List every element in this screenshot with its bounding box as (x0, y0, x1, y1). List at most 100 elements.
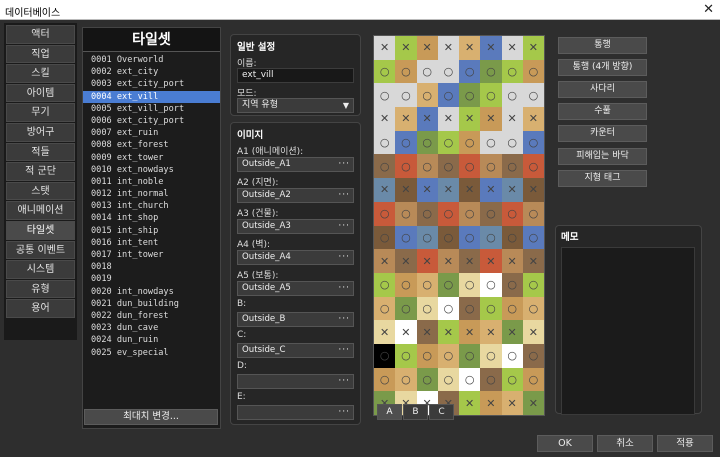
tile-cell[interactable]: ○ (374, 225, 396, 250)
tile-cell[interactable]: ✕ (437, 107, 459, 131)
tile-cell[interactable]: ✕ (459, 178, 481, 202)
category-item[interactable]: 시스템 (6, 260, 75, 279)
cancel-button[interactable]: 취소 (597, 435, 653, 452)
tile-cell[interactable]: ○ (522, 343, 544, 368)
tile-cell[interactable]: ✕ (480, 320, 502, 344)
tile-cell[interactable]: ✕ (501, 320, 523, 344)
tile-cell[interactable]: ○ (459, 83, 481, 108)
tile-cell[interactable]: ✕ (522, 391, 544, 415)
image-slot-field[interactable]: Outside_C ··· (237, 343, 354, 358)
tile-cell[interactable]: ○ (395, 154, 417, 179)
tile-cell[interactable]: ○ (395, 83, 417, 108)
tileset-row[interactable]: 0012 int_normal (83, 188, 220, 200)
tile-cell[interactable]: ✕ (480, 391, 502, 415)
tileset-row[interactable]: 0025 ev_special (83, 347, 220, 359)
browse-icon[interactable]: ··· (338, 189, 350, 202)
ok-button[interactable]: OK (537, 435, 593, 452)
image-slot-field[interactable]: Outside_A5 ··· (237, 281, 354, 296)
browse-icon[interactable]: ··· (338, 220, 350, 233)
browse-icon[interactable]: ··· (338, 158, 350, 171)
tile-cell[interactable]: ○ (395, 130, 417, 155)
tile-cell[interactable]: ✕ (459, 36, 481, 60)
close-icon[interactable]: ✕ (703, 2, 714, 17)
tile-cell[interactable]: ✕ (374, 249, 396, 273)
tileset-row[interactable]: 0001 Overworld (83, 54, 220, 66)
tile-cell[interactable]: ○ (459, 343, 481, 368)
browse-icon[interactable]: ··· (338, 282, 350, 295)
tile-cell[interactable]: ✕ (416, 178, 438, 202)
tile-cell[interactable]: ○ (374, 343, 396, 368)
tile-cell[interactable]: ○ (480, 130, 502, 155)
tile-cell[interactable]: ✕ (459, 391, 481, 415)
tile-cell[interactable]: ○ (437, 272, 459, 297)
tileset-row[interactable]: 0011 int_noble (83, 176, 220, 188)
tile-cell[interactable]: ○ (416, 296, 438, 321)
tile-cell[interactable]: ○ (501, 130, 523, 155)
tile-cell[interactable]: ✕ (522, 249, 544, 273)
tile-cell[interactable]: ○ (437, 154, 459, 179)
tileset-row[interactable]: 0023 dun_cave (83, 322, 220, 334)
tile-cell[interactable]: ○ (480, 59, 502, 84)
image-slot-field[interactable]: Outside_A4 ··· (237, 250, 354, 265)
tile-cell[interactable]: ○ (416, 367, 438, 392)
browse-icon[interactable]: ··· (338, 251, 350, 264)
category-item[interactable]: 무기 (6, 103, 75, 122)
tileset-row[interactable]: 0005 ext_vill_port (83, 103, 220, 115)
tile-cell[interactable]: ○ (480, 83, 502, 108)
tileset-row[interactable]: 0007 ext_ruin (83, 127, 220, 139)
tileset-row[interactable]: 0009 ext_tower (83, 152, 220, 164)
image-slot-field[interactable]: ··· (237, 405, 354, 420)
tile-palette[interactable]: ✕ ✕ ✕ ✕ ✕ ✕ ✕ ✕ ○ ○ ○ ○ ○ ○ ○ ○ ○ ○ ○ ○ ○ ○ ○ ○ ✕ ✕ ✕ ✕ ✕ ✕ ✕ ✕ ○ ○ ○ ○ ○ ○ ○ ○… (373, 35, 545, 416)
tile-cell[interactable]: ○ (395, 59, 417, 84)
tile-cell[interactable]: ○ (374, 201, 396, 226)
tile-cell[interactable]: ✕ (395, 178, 417, 202)
tile-cell[interactable]: ✕ (501, 391, 523, 415)
tile-cell[interactable]: ✕ (437, 249, 459, 273)
tileset-row[interactable]: 0013 int_church (83, 200, 220, 212)
tile-cell[interactable]: ○ (501, 367, 523, 392)
tile-cell[interactable]: ○ (522, 367, 544, 392)
category-item[interactable]: 적들 (6, 142, 75, 162)
tile-cell[interactable]: ○ (480, 343, 502, 368)
tileset-row[interactable]: 0006 ext_city_port (83, 115, 220, 127)
tile-cell[interactable]: ○ (501, 59, 523, 84)
tile-cell[interactable]: ✕ (416, 107, 438, 131)
tile-cell[interactable]: ✕ (480, 249, 502, 273)
tileset-row[interactable]: 0019 (83, 273, 220, 285)
tile-cell[interactable]: ○ (501, 225, 523, 250)
tile-cell[interactable]: ○ (437, 296, 459, 321)
image-slot-field[interactable]: Outside_A1 ··· (237, 157, 354, 172)
tileset-row[interactable]: 0016 int_tent (83, 237, 220, 249)
category-item[interactable]: 공통 이벤트 (6, 240, 75, 260)
tile-cell[interactable]: ✕ (459, 107, 481, 131)
tile-cell[interactable]: ○ (522, 201, 544, 226)
tile-tab[interactable]: A (377, 404, 402, 420)
tile-cell[interactable]: ○ (459, 154, 481, 179)
tile-cell[interactable]: ○ (522, 59, 544, 84)
tile-cell[interactable]: ✕ (416, 249, 438, 273)
tile-cell[interactable]: ○ (501, 201, 523, 226)
image-slot-field[interactable]: ··· (237, 374, 354, 389)
tile-cell[interactable]: ○ (374, 296, 396, 321)
tile-cell[interactable]: ○ (480, 201, 502, 226)
tile-cell[interactable]: ○ (395, 201, 417, 226)
tile-tab[interactable]: B (403, 404, 428, 420)
tileset-row[interactable]: 0004 ext_vill (83, 90, 220, 103)
tile-cell[interactable]: ○ (501, 154, 523, 179)
tile-cell[interactable]: ○ (416, 59, 438, 84)
tile-cell[interactable]: ○ (395, 225, 417, 250)
tile-cell[interactable]: ○ (459, 296, 481, 321)
tile-cell[interactable]: ✕ (480, 36, 502, 60)
tileset-row[interactable]: 0017 int_tower (83, 249, 220, 261)
tile-cell[interactable]: ○ (374, 272, 396, 297)
tile-cell[interactable]: ○ (437, 225, 459, 250)
tile-cell[interactable]: ○ (437, 83, 459, 108)
tile-cell[interactable]: ○ (522, 272, 544, 297)
tile-cell[interactable]: ✕ (501, 178, 523, 202)
category-item[interactable]: 방어구 (6, 122, 75, 142)
tileset-row[interactable]: 0020 int_nowdays (83, 286, 220, 298)
tile-cell[interactable]: ○ (395, 296, 417, 321)
tile-cell[interactable]: ✕ (480, 178, 502, 202)
tile-cell[interactable]: ○ (459, 59, 481, 84)
tile-cell[interactable]: ✕ (522, 36, 544, 60)
